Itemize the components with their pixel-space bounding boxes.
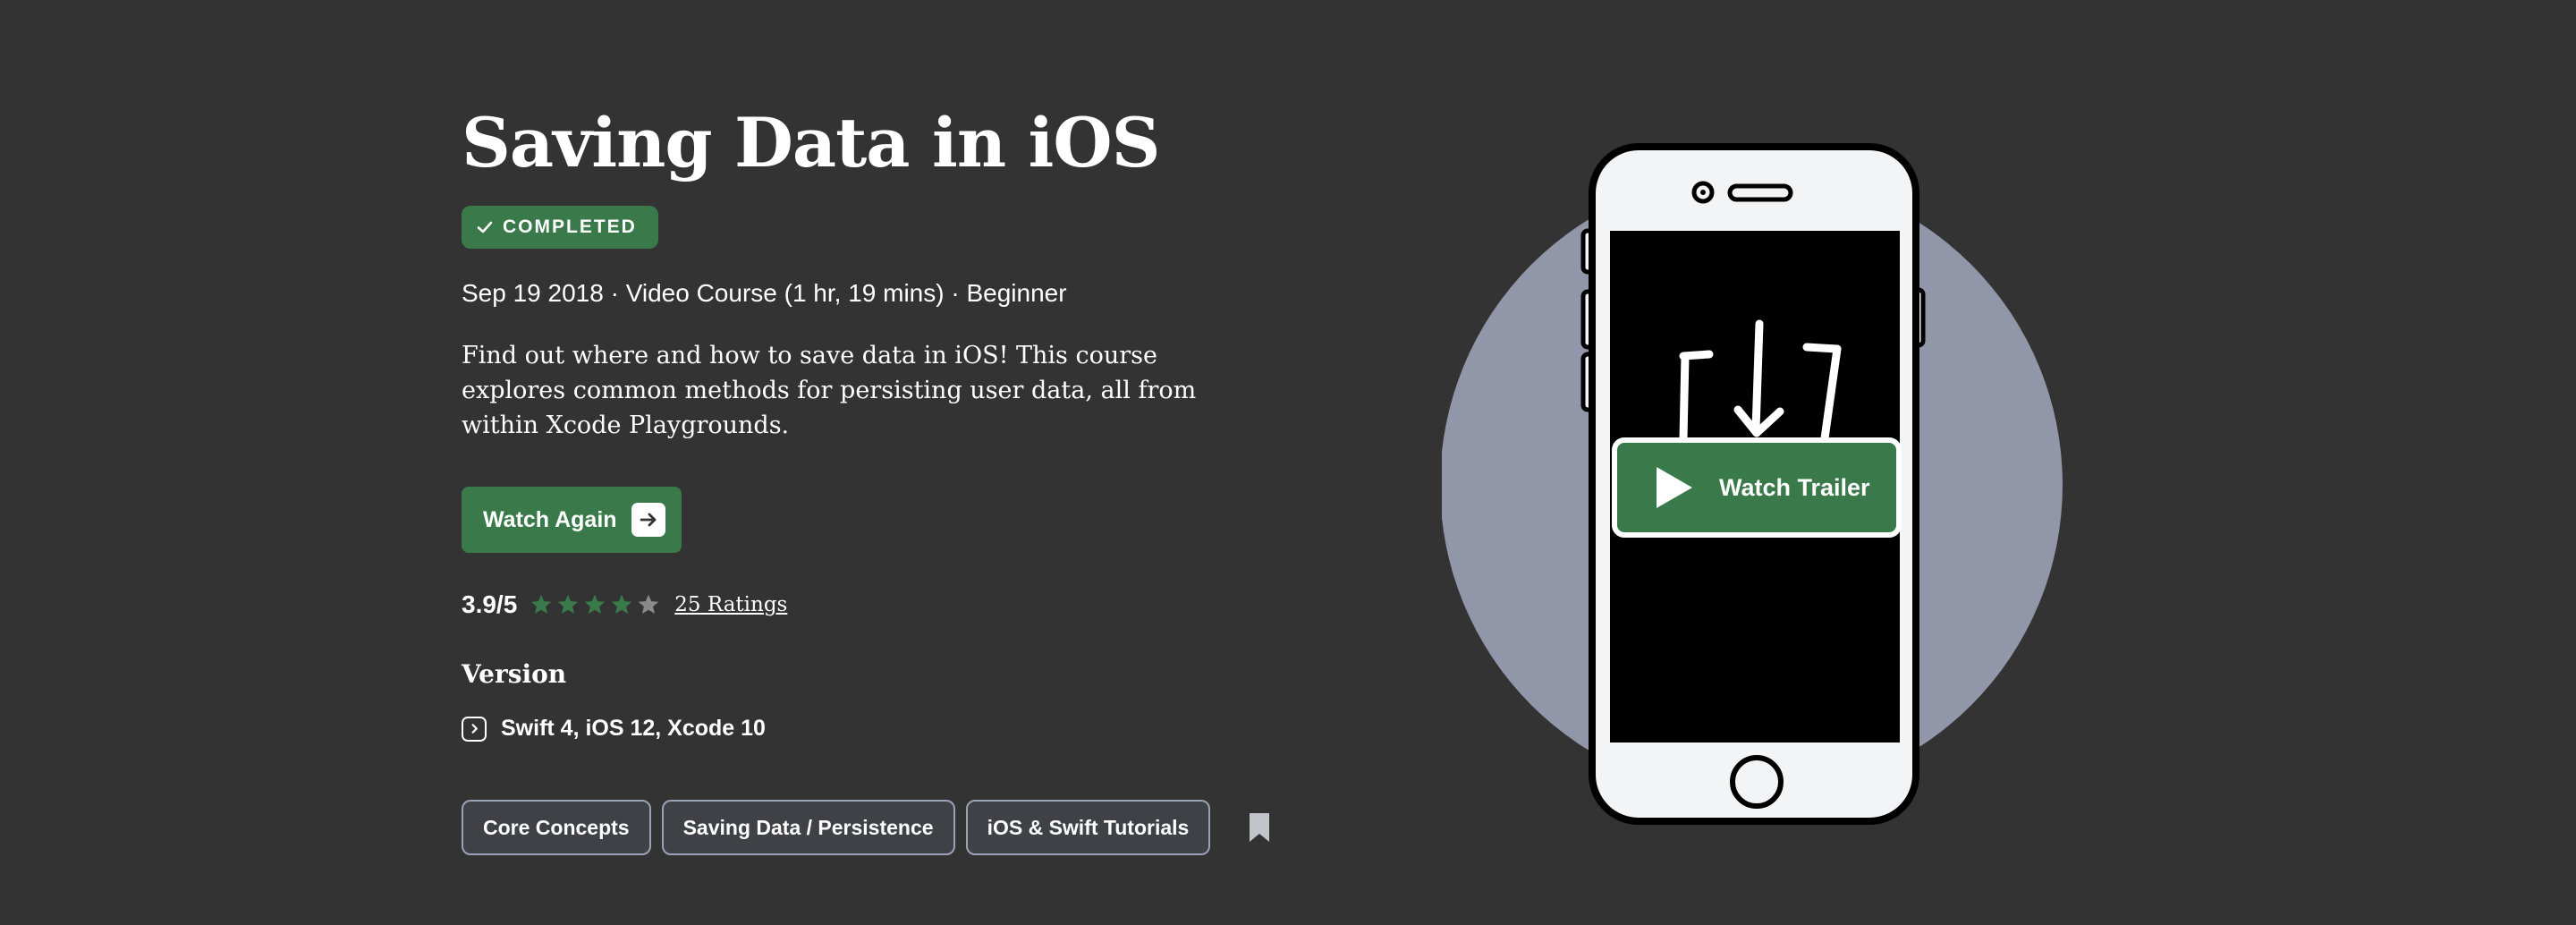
version-heading: Version [462,659,567,689]
star-icon [531,594,552,614]
course-description: Find out where and how to save data in i… [462,342,1197,439]
rating-value: 3.9/5 [462,590,518,618]
star-icon [612,594,632,614]
star-icon [639,594,659,614]
checkmark-icon [477,221,493,233]
tag-chip[interactable]: iOS & Swift Tutorials [965,800,1211,855]
star-rating [530,593,660,616]
bookmark-icon[interactable] [1248,812,1271,843]
phone-camera-lens [1700,190,1706,195]
arrow-right-icon [631,503,665,537]
version-text: Swift 4, iOS 12, Xcode 10 [501,716,766,741]
chevron-right-icon [462,716,487,742]
play-icon [1657,467,1692,508]
watch-trailer-label: Watch Trailer [1719,473,1870,501]
tag-list: Core Concepts Saving Data / Persistence iO… [462,800,1271,855]
status-badge: COMPLETED [462,206,658,249]
tag-chip[interactable]: Core Concepts [462,800,651,855]
star-icon [585,594,606,614]
ratings-count-link[interactable]: 25 Ratings [674,593,787,616]
phone-speaker [1727,183,1793,202]
tag-chip[interactable]: Saving Data / Persistence [661,800,955,855]
star-icon [558,594,579,614]
watch-trailer-button[interactable]: Watch Trailer [1612,437,1902,538]
course-meta: Sep 19 2018 · Video Course (1 hr, 19 min… [462,279,1067,307]
version-selector[interactable]: Swift 4, iOS 12, Xcode 10 [462,716,766,742]
status-badge-label: COMPLETED [503,216,637,237]
watch-again-label: Watch Again [483,506,617,532]
rating-row: 3.9/5 25 Ratings [462,585,787,624]
watch-again-button[interactable]: Watch Again [462,487,682,553]
page-title: Saving Data in iOS [462,103,1161,182]
phone-home-button [1730,755,1784,809]
